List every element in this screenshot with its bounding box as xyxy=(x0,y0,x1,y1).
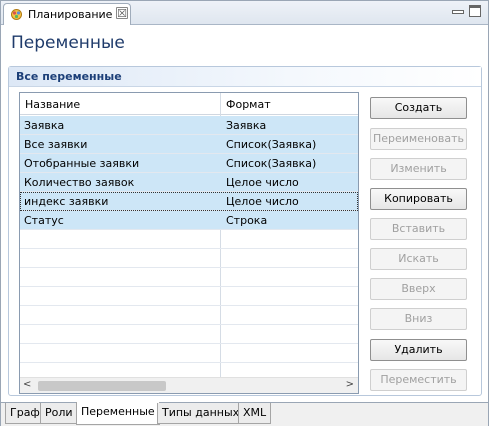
edit-button[interactable]: Изменить xyxy=(370,158,467,180)
editor-window: Планирование ☒ Переменные Все переменные… xyxy=(0,0,489,426)
page-title: Переменные xyxy=(11,33,125,53)
table-header: Название Формат xyxy=(20,93,358,115)
tab-roles[interactable]: Роли xyxy=(40,403,78,424)
scroll-left-icon[interactable]: < xyxy=(23,379,31,390)
paste-button[interactable]: Вставить xyxy=(370,218,467,240)
tab-data-types[interactable]: Типы данных xyxy=(157,403,245,424)
move-down-button[interactable]: Вниз xyxy=(370,308,467,330)
cell-name: Все заявки xyxy=(24,138,88,151)
tab-xml[interactable]: XML xyxy=(238,403,272,424)
maximize-icon[interactable] xyxy=(469,5,481,17)
cell-format: Заявка xyxy=(226,119,267,132)
scrollbar-thumb[interactable] xyxy=(38,381,166,391)
cell-format: Строка xyxy=(226,214,268,227)
table-row[interactable]: Все заявки Список(Заявка) xyxy=(20,135,358,154)
eclipse-editor-icon xyxy=(11,9,22,20)
table-row-empty xyxy=(20,306,358,325)
variables-table[interactable]: Название Формат Заявка Заявка Все заявки… xyxy=(19,92,359,394)
copy-button[interactable]: Копировать xyxy=(370,188,467,210)
section-title: Все переменные xyxy=(16,70,122,83)
delete-button[interactable]: Удалить xyxy=(370,339,467,361)
table-row[interactable]: Количество заявок Целое число xyxy=(20,173,358,192)
section-header[interactable]: Все переменные xyxy=(9,67,481,87)
rename-button[interactable]: Переименовать xyxy=(370,128,467,150)
table-row-empty xyxy=(20,268,358,287)
minimize-icon[interactable] xyxy=(451,5,464,17)
cell-name: Заявка xyxy=(24,119,65,132)
create-button[interactable]: Создать xyxy=(370,97,467,119)
table-row-empty xyxy=(20,249,358,268)
column-header-format[interactable]: Формат xyxy=(226,98,271,111)
table-row-empty xyxy=(20,344,358,363)
cell-name: Статус xyxy=(24,214,64,227)
tab-variables[interactable]: Переменные xyxy=(76,402,160,425)
horizontal-scrollbar[interactable]: < > xyxy=(20,377,358,393)
column-header-name[interactable]: Название xyxy=(25,98,80,111)
table-row[interactable]: индекс заявки Целое число xyxy=(20,192,358,211)
cell-name: Отобранные заявки xyxy=(24,157,140,170)
close-icon[interactable]: ☒ xyxy=(116,7,128,20)
cell-format: Список(Заявка) xyxy=(226,157,317,170)
tab-graph[interactable]: Граф xyxy=(5,403,45,424)
cell-format: Целое число xyxy=(226,195,299,208)
editor-tab[interactable]: Планирование ☒ xyxy=(3,3,131,25)
move-up-button[interactable]: Вверх xyxy=(370,278,467,300)
editor-page-tabs: Граф Роли Переменные Типы данных XML xyxy=(1,402,488,426)
table-row[interactable]: Статус Строка xyxy=(20,211,358,230)
table-body: Заявка Заявка Все заявки Список(Заявка) … xyxy=(20,116,358,363)
cell-format: Целое число xyxy=(226,176,299,189)
table-row-empty xyxy=(20,230,358,249)
cell-name: Количество заявок xyxy=(24,176,135,189)
cell-name: индекс заявки xyxy=(24,195,109,208)
scroll-right-icon[interactable]: > xyxy=(346,379,354,390)
editor-tab-bar: Планирование ☒ xyxy=(1,1,488,25)
editor-tab-title: Планирование xyxy=(28,8,113,21)
search-button[interactable]: Искать xyxy=(370,248,467,270)
table-row-empty xyxy=(20,287,358,306)
table-row[interactable]: Отобранные заявки Список(Заявка) xyxy=(20,154,358,173)
table-row-empty xyxy=(20,325,358,344)
table-row[interactable]: Заявка Заявка xyxy=(20,116,358,135)
move-button[interactable]: Переместить xyxy=(370,369,467,391)
cell-format: Список(Заявка) xyxy=(226,138,317,151)
